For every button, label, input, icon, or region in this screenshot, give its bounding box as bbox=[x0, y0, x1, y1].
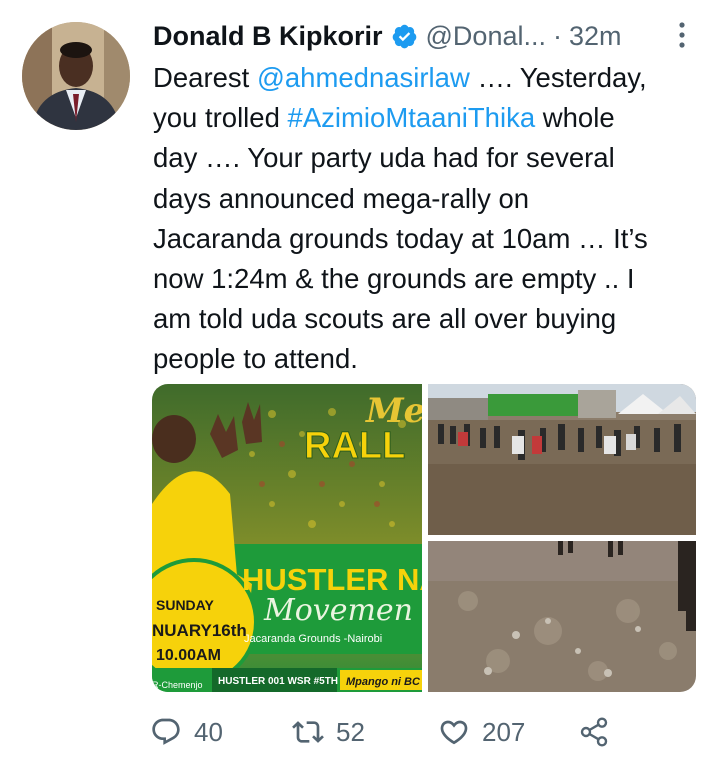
author-handle[interactable]: @Donal... bbox=[426, 21, 546, 52]
tweet-line: day …. Your party uda had for several bbox=[153, 142, 615, 174]
tweet-line: am told uda scouts are all over buying bbox=[153, 303, 617, 335]
profile-photo bbox=[22, 22, 130, 130]
poster-day: SUNDAY bbox=[156, 597, 214, 613]
poster-venue: Jacaranda Grounds -Nairobi bbox=[244, 633, 382, 645]
more-vertical-icon[interactable] bbox=[676, 22, 688, 48]
poster-date: NUARY16th bbox=[152, 621, 247, 640]
media-image-grounds[interactable] bbox=[428, 384, 696, 535]
tweet-header: Donald B Kipkorir @Donal... · 32m bbox=[153, 14, 703, 58]
avatar[interactable] bbox=[22, 22, 130, 130]
text-run: whole bbox=[535, 102, 615, 134]
poster-slogan: Mpango ni BC bbox=[346, 676, 421, 688]
like-count: 207 bbox=[482, 716, 526, 747]
tweet-line: you trolled #AzimioMtaaniThika whole bbox=[153, 98, 703, 138]
reply-icon bbox=[152, 718, 180, 745]
tweet-line: now 1:24m & the grounds are empty .. I bbox=[153, 263, 635, 295]
timestamp[interactable]: 32m bbox=[569, 21, 622, 52]
retweet-button[interactable]: 52 bbox=[292, 710, 365, 754]
tweet-line: Dearest @ahmednasirlaw …. Yesterday, bbox=[153, 58, 703, 98]
poster-hustler: HUSTLER NATI bbox=[242, 562, 422, 597]
author-name[interactable]: Donald B Kipkorir bbox=[153, 21, 383, 52]
poster-credit: R-Chemenjo bbox=[152, 680, 203, 690]
mention-link[interactable]: @ahmednasirlaw bbox=[257, 62, 470, 93]
tweet[interactable]: Donald B Kipkorir @Donal... · 32m Deares… bbox=[0, 0, 720, 768]
tweet-line: days announced mega-rally on bbox=[153, 182, 530, 214]
text-run: …. Yesterday, bbox=[469, 62, 647, 93]
media-grid: Mega RALL SUNDAY NUARY16th 10.00AM HUSTL… bbox=[152, 384, 696, 692]
media-image-poster[interactable]: Mega RALL SUNDAY NUARY16th 10.00AM HUSTL… bbox=[152, 384, 422, 692]
heart-icon bbox=[440, 720, 468, 745]
tweet-text: Dearest @ahmednasirlaw …. Yesterday, you… bbox=[153, 58, 703, 380]
separator-dot: · bbox=[552, 20, 562, 51]
poster-tag: HUSTLER 001 WSR #5TH bbox=[218, 676, 338, 687]
like-button[interactable]: 207 bbox=[438, 710, 525, 754]
text-run: Dearest bbox=[153, 62, 257, 93]
retweet-icon bbox=[292, 721, 324, 743]
reply-count: 40 bbox=[194, 716, 223, 747]
rally-poster: Mega RALL SUNDAY NUARY16th 10.00AM HUSTL… bbox=[152, 384, 422, 692]
poster-time: 10.00AM bbox=[156, 647, 221, 664]
text-run: you trolled bbox=[153, 102, 288, 134]
media-image-empty-ground[interactable] bbox=[428, 541, 696, 692]
grounds-photo bbox=[428, 384, 696, 535]
tweet-line: Jacaranda grounds today at 10am … It’s bbox=[153, 222, 648, 254]
action-bar: 40 52 207 bbox=[150, 710, 630, 754]
retweet-count: 52 bbox=[336, 716, 365, 747]
share-icon[interactable] bbox=[578, 716, 610, 748]
empty-ground-photo bbox=[428, 541, 696, 692]
reply-button[interactable]: 40 bbox=[150, 710, 223, 754]
hashtag-link[interactable]: #AzimioMtaaniThika bbox=[288, 102, 536, 133]
tweet-line: people to attend. bbox=[153, 343, 358, 375]
poster-movement: Movemen bbox=[263, 593, 413, 628]
verified-badge-icon bbox=[392, 24, 416, 48]
poster-rally: RALL bbox=[304, 425, 405, 467]
